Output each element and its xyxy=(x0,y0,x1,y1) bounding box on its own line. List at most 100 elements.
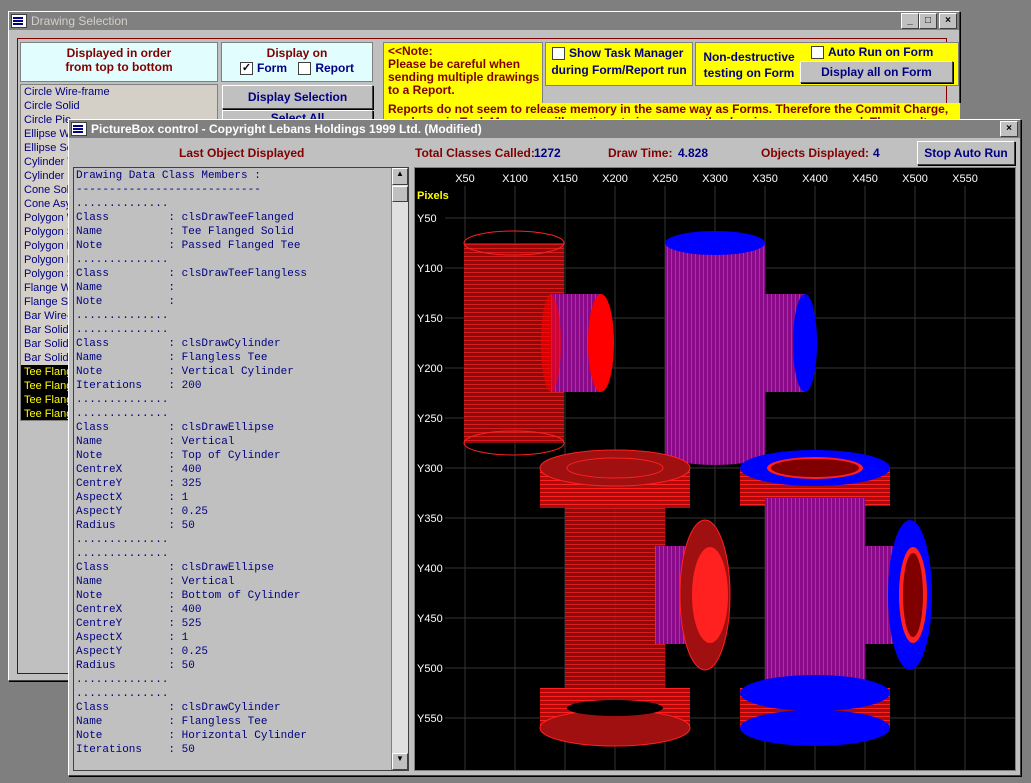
y-tick-label: Y500 xyxy=(417,663,443,675)
drawing-selection-titlebar[interactable]: Drawing Selection _ □ × xyxy=(9,12,959,30)
text-line: Note : Top of Cylinder xyxy=(76,450,281,462)
text-line: Name : Tee Flanged Solid xyxy=(76,226,294,238)
non-destructive-label: Non-destructive xyxy=(703,50,795,64)
picturebox-title: PictureBox control - Copyright Lebans Ho… xyxy=(91,122,482,136)
text-line: .............. xyxy=(76,688,169,700)
text-line: Class : clsDrawCylinder xyxy=(76,338,281,350)
display-on-label: Display on xyxy=(266,46,328,60)
x-tick-label: X200 xyxy=(602,173,628,185)
objects-displayed-value: 4 xyxy=(873,146,880,160)
form-checkbox[interactable]: ✓ xyxy=(239,62,253,76)
text-line: .............. xyxy=(76,674,169,686)
x-tick-label: X500 xyxy=(902,173,928,185)
picturebox-window: PictureBox control - Copyright Lebans Ho… xyxy=(68,119,1021,776)
x-tick-label: X400 xyxy=(802,173,828,185)
auto-run-checkbox[interactable] xyxy=(811,46,824,60)
testing-on-form-label: testing on Form xyxy=(703,66,795,80)
text-line: .............. xyxy=(76,310,169,322)
text-line: ---------------------------- xyxy=(76,184,261,196)
text-line: CentreX : 400 xyxy=(76,464,202,476)
text-line: AspectX : 1 xyxy=(76,492,189,504)
y-tick-label: Y200 xyxy=(417,363,443,375)
drawing-selection-title: Drawing Selection xyxy=(31,14,128,28)
maximize-button[interactable]: □ xyxy=(919,13,937,29)
text-line: AspectY : 0.25 xyxy=(76,506,209,518)
text-line: .............. xyxy=(76,394,169,406)
text-line: Class : clsDrawEllipse xyxy=(76,562,275,574)
text-line: Class : clsDrawCylinder xyxy=(76,702,281,714)
text-line: .............. xyxy=(76,548,169,560)
text-line: Note : xyxy=(76,296,176,308)
objects-displayed-label: Objects Displayed: xyxy=(761,146,870,160)
minimize-button[interactable]: _ xyxy=(901,13,919,29)
x-tick-label: X250 xyxy=(652,173,678,185)
text-line: Note : Horizontal Cylinder xyxy=(76,730,308,742)
y-tick-label: Y550 xyxy=(417,713,443,725)
class-members-textbox[interactable]: Drawing Data Class Members : ------------… xyxy=(73,167,409,771)
list-item[interactable]: Circle Solid xyxy=(21,99,217,113)
form-icon xyxy=(71,122,87,136)
x-tick-label: X350 xyxy=(752,173,778,185)
during-run-label: during Form/Report run xyxy=(551,63,687,78)
list-item[interactable]: Circle Wire-frame xyxy=(21,85,217,99)
task-manager-box: Show Task Manager during Form/Report run xyxy=(545,42,693,86)
tee-flanged-wireframe xyxy=(539,449,731,747)
close-button[interactable]: × xyxy=(1000,121,1018,137)
report-checkbox[interactable] xyxy=(298,62,312,76)
auto-run-label: Auto Run on Form xyxy=(828,45,934,59)
display-selection-button[interactable]: Display Selection xyxy=(222,85,373,109)
text-line: Note : Vertical Cylinder xyxy=(76,366,294,378)
text-line: Name : Vertical xyxy=(76,436,235,448)
draw-time-value: 4.828 xyxy=(678,146,709,160)
text-line: Iterations : 200 xyxy=(76,380,202,392)
picture-canvas: X50 X100 X150 X200 X250 X300 X350 X400 X450 X500 X… xyxy=(417,173,1015,770)
picturebox-titlebar[interactable]: PictureBox control - Copyright Lebans Ho… xyxy=(69,120,1020,138)
text-line: .............. xyxy=(76,198,169,210)
text-line: Note : Bottom of Cylinder xyxy=(76,590,301,602)
scroll-down-arrow[interactable]: ▼ xyxy=(392,753,408,770)
note-line: to a Report. xyxy=(388,83,455,97)
x-tick-label: X550 xyxy=(952,173,978,185)
text-line: .............. xyxy=(76,254,169,266)
text-line: Class : clsDrawTeeFlanged xyxy=(76,212,294,224)
form-icon xyxy=(11,14,27,28)
scroll-up-arrow[interactable]: ▲ xyxy=(392,168,408,185)
order-label-box: Displayed in order from top to bottom xyxy=(20,42,218,82)
draw-time-label: Draw Time: xyxy=(608,146,673,160)
text-line: CentreX : 400 xyxy=(76,604,202,616)
stop-auto-run-button[interactable]: Stop Auto Run xyxy=(917,141,1015,165)
tee-flangless-solid xyxy=(665,231,817,465)
text-line: Iterations : 50 xyxy=(76,744,195,756)
x-tick-label: X100 xyxy=(502,173,528,185)
y-tick-label: Y50 xyxy=(417,213,437,225)
text-line: Radius : 50 xyxy=(76,520,195,532)
x-tick-label: X450 xyxy=(852,173,878,185)
close-button[interactable]: × xyxy=(939,13,957,29)
text-line: CentreY : 325 xyxy=(76,478,202,490)
show-task-manager-checkbox[interactable] xyxy=(552,47,565,61)
y-tick-label: Y300 xyxy=(417,463,443,475)
text-line: Note : Passed Flanged Tee xyxy=(76,240,301,252)
y-tick-label: Y400 xyxy=(417,563,443,575)
tee-flangless-wireframe xyxy=(463,230,614,456)
form-checkbox-label: Form xyxy=(256,61,287,75)
text-line: .............. xyxy=(76,408,169,420)
y-tick-label: Y150 xyxy=(417,313,443,325)
display-on-box: Display on ✓ Form Report xyxy=(221,42,373,82)
text-line: Name : Flangless Tee xyxy=(76,352,268,364)
tee-flanged-solid xyxy=(740,450,932,746)
text-line: Class : clsDrawTeeFlangless xyxy=(76,268,308,280)
x-tick-label: X150 xyxy=(552,173,578,185)
text-line: CentreY : 525 xyxy=(76,618,202,630)
pixels-label: Pixels xyxy=(417,190,449,202)
text-line: AspectX : 1 xyxy=(76,632,189,644)
display-all-button[interactable]: Display all on Form xyxy=(800,61,953,83)
y-tick-label: Y350 xyxy=(417,513,443,525)
vertical-scrollbar[interactable]: ▲ ▼ xyxy=(391,168,408,770)
total-classes-value: 1272 xyxy=(534,146,561,160)
scroll-thumb[interactable] xyxy=(392,186,408,202)
text-line: Drawing Data Class Members : xyxy=(76,170,261,182)
x-tick-label: X50 xyxy=(455,173,475,185)
text-line: Name : xyxy=(76,282,176,294)
text-line: Class : clsDrawEllipse xyxy=(76,422,275,434)
